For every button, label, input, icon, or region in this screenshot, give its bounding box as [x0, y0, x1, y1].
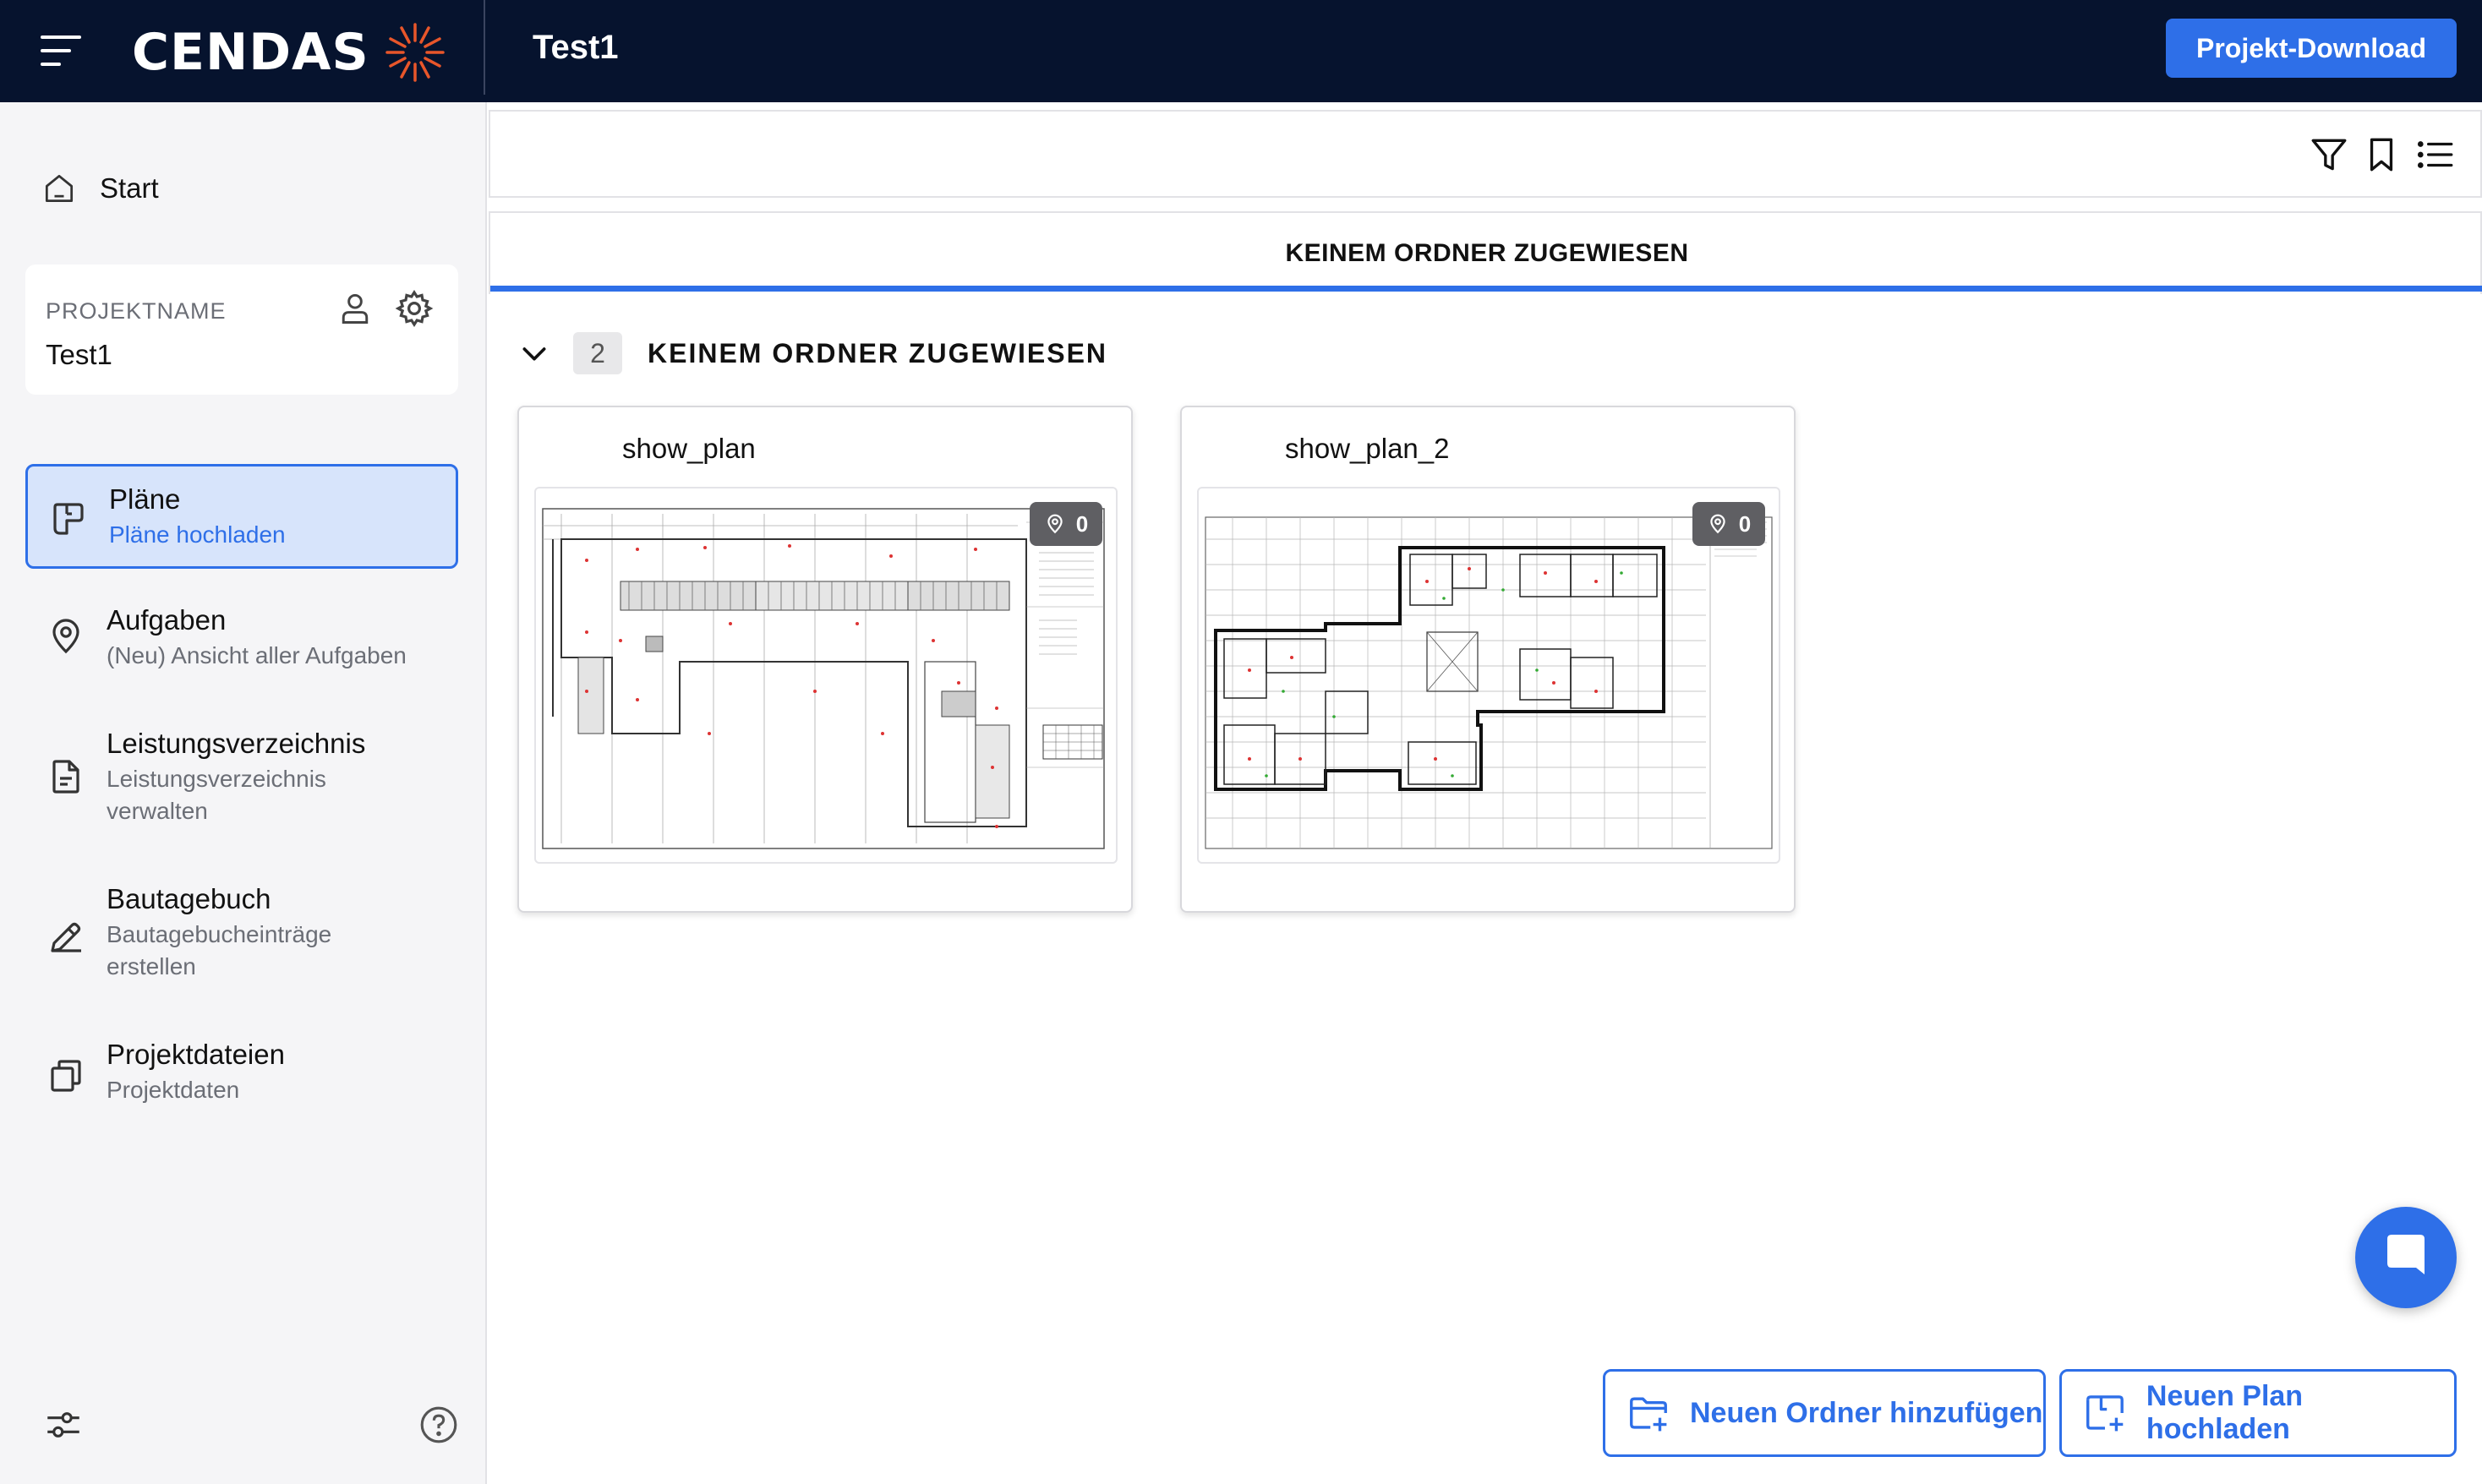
nav-subtitle: (Neu) Ansicht aller Aufgaben: [107, 642, 407, 668]
chevron-down-icon[interactable]: [517, 336, 551, 370]
sidebar-item-aufgaben[interactable]: Aufgaben (Neu) Ansicht aller Aufgaben: [25, 596, 458, 680]
pin-count-badge: 0: [1030, 502, 1102, 546]
plan-icon: [53, 503, 84, 535]
chat-bubble-icon: [2387, 1235, 2425, 1274]
project-title: Test1: [533, 29, 619, 66]
location-pin-icon: [52, 619, 79, 654]
pin-count: 0: [1738, 510, 1752, 537]
chat-button[interactable]: [2355, 1207, 2457, 1308]
top-divider: [484, 0, 485, 95]
help-icon[interactable]: [418, 1404, 460, 1446]
nav-title: Leistungsverzeichnis: [107, 728, 366, 759]
nav-title: Bautagebuch: [107, 883, 271, 914]
project-card: PROJEKTNAME Test1: [25, 265, 458, 395]
plan-thumbnail: 0: [534, 487, 1118, 864]
sunburst-logo-icon: [385, 23, 445, 82]
floor-plan-drawing: [1205, 516, 1773, 849]
pencil-icon: [51, 922, 81, 952]
filter-icon[interactable]: [2308, 134, 2350, 176]
plan-thumbnail: 0: [1197, 487, 1780, 864]
user-icon[interactable]: [336, 288, 374, 329]
plan-count-badge: 2: [573, 332, 622, 374]
document-icon: [52, 760, 79, 794]
plans-toolbar: [489, 110, 2482, 198]
location-pin-icon: [1710, 514, 1725, 534]
sidebar-item-projektdateien[interactable]: Projektdateien Projektdaten: [25, 1030, 458, 1115]
nav-title: Pläne: [109, 483, 181, 515]
nav-subtitle: Pläne hochladen: [109, 521, 286, 548]
project-download-button[interactable]: Projekt-Download: [2166, 19, 2457, 78]
nav-title: Aufgaben: [107, 604, 227, 636]
menu-icon[interactable]: [41, 34, 81, 68]
sidebar-item-start[interactable]: Start: [41, 170, 159, 207]
top-bar: CENDAS Test1 Projekt-Download: [0, 0, 2482, 102]
project-name-label: PROJEKTNAME: [46, 298, 227, 324]
nav-title: Projektdateien: [107, 1039, 285, 1070]
settings-sliders-icon[interactable]: [42, 1404, 85, 1446]
gear-icon[interactable]: [394, 288, 435, 329]
folder-tabs: KEINEM ORDNER ZUGEWIESEN: [489, 211, 2482, 294]
sidebar-item-plaene[interactable]: Pläne Pläne hochladen: [25, 464, 458, 569]
location-pin-icon: [1047, 514, 1063, 534]
bookmark-icon[interactable]: [2360, 134, 2403, 176]
sidebar-item-bautagebuch[interactable]: Bautagebuch Bautagebucheinträge erstelle…: [25, 875, 458, 1001]
tab-keinem-ordner-zugewiesen[interactable]: KEINEM ORDNER ZUGEWIESEN: [490, 213, 2482, 294]
start-label: Start: [100, 172, 159, 204]
folder-group-header: 2 KEINEM ORDNER ZUGEWIESEN: [517, 330, 1107, 377]
project-name-value: Test1: [46, 339, 112, 370]
active-tab-indicator: [490, 286, 2482, 292]
pin-count-badge: 0: [1692, 502, 1765, 546]
home-icon: [45, 174, 74, 203]
plan-upload-icon: [2086, 1395, 2124, 1432]
plan-card[interactable]: show_plan_2 0: [1180, 406, 1796, 913]
plan-card[interactable]: show_plan 0: [517, 406, 1133, 913]
plan-name: show_plan: [622, 433, 756, 464]
nav-subtitle: Bautagebucheinträge erstellen: [107, 921, 332, 979]
upload-plan-button[interactable]: Neuen Plan hochladen: [2059, 1369, 2457, 1457]
pin-count: 0: [1075, 510, 1089, 537]
sidebar: Start PROJEKTNAME Test1 Pläne Pläne hoch…: [0, 102, 487, 1484]
folder-add-icon: [1630, 1397, 1667, 1432]
list-icon[interactable]: [2414, 134, 2457, 176]
folder-group-title: KEINEM ORDNER ZUGEWIESEN: [648, 337, 1108, 368]
logo-text: CENDAS: [132, 23, 369, 82]
files-icon: [51, 1060, 81, 1092]
nav-subtitle: Leistungsverzeichnis verwalten: [107, 766, 326, 824]
add-folder-button[interactable]: Neuen Ordner hinzufügen: [1603, 1369, 2046, 1457]
upload-plan-label: Neuen Plan hochladen: [2146, 1380, 2304, 1445]
add-folder-label: Neuen Ordner hinzufügen: [1690, 1396, 2043, 1429]
nav-subtitle: Projektdaten: [107, 1077, 240, 1103]
cendas-logo: CENDAS: [132, 19, 446, 86]
sidebar-item-leistungsverzeichnis[interactable]: Leistungsverzeichnis Leistungsverzeichni…: [25, 719, 458, 846]
floor-plan-drawing: [542, 508, 1105, 849]
plan-name: show_plan_2: [1285, 433, 1450, 464]
